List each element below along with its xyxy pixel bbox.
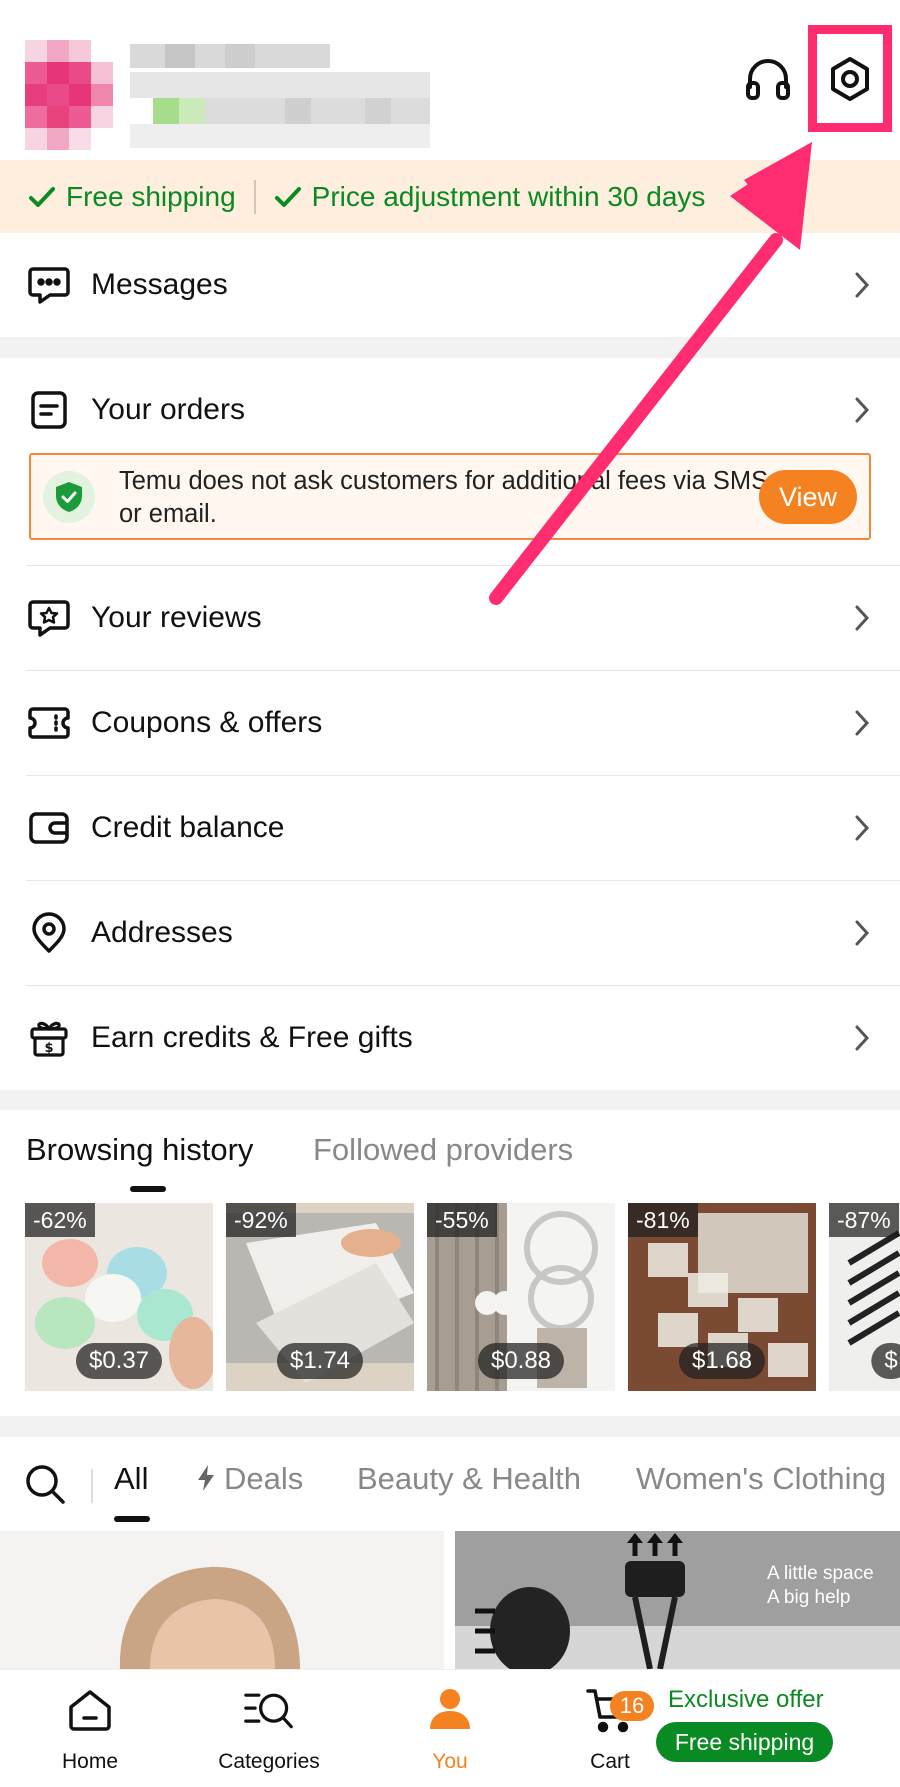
message-bubble-icon	[26, 262, 72, 308]
tab-followed-providers[interactable]: Followed providers	[313, 1132, 573, 1168]
category-filter-bar: All Deals Beauty & Health Women's Clothi…	[0, 1437, 900, 1531]
category-deals[interactable]: Deals	[196, 1461, 303, 1497]
price-tag: $0.88	[477, 1343, 565, 1379]
active-tab-indicator	[130, 1186, 166, 1192]
menu-item-credit-balance[interactable]: Credit balance	[0, 776, 900, 880]
tab-home[interactable]: Home	[20, 1670, 160, 1787]
svg-text:$: $	[44, 1041, 53, 1056]
menu-item-addresses[interactable]: Addresses	[0, 881, 900, 985]
your-reviews-label: Your reviews	[91, 601, 262, 634]
categories-search-icon	[244, 1686, 294, 1734]
history-item[interactable]: -87% $	[829, 1203, 900, 1391]
coupon-ticket-icon	[26, 700, 72, 746]
tab-categories[interactable]: Categories	[199, 1670, 339, 1787]
lightning-icon	[198, 1465, 214, 1491]
menu-item-your-reviews[interactable]: Your reviews	[0, 566, 900, 670]
checkmark-icon	[274, 186, 301, 207]
price-tag: $	[871, 1343, 900, 1379]
deals-label: Deals	[224, 1461, 304, 1496]
history-item[interactable]: -55% $0.88	[427, 1203, 615, 1391]
feed-card[interactable]	[0, 1531, 444, 1669]
user-icon	[425, 1686, 475, 1734]
product-image	[0, 1531, 444, 1669]
category-divider	[91, 1469, 93, 1503]
chevron-right-icon	[855, 710, 870, 736]
browsing-history-list: -62% $0.37 -92% $1.74 -55% $0.88 -81% $1…	[0, 1203, 900, 1391]
section-gap	[0, 1416, 900, 1437]
free-shipping-label: Free shipping	[66, 180, 236, 212]
coupons-offers-label: Coupons & offers	[91, 706, 323, 739]
headset-icon[interactable]	[739, 48, 797, 110]
free-shipping-pill[interactable]: Free shipping	[656, 1722, 833, 1762]
history-item[interactable]: -81% $1.68	[628, 1203, 816, 1391]
checkmark-icon	[29, 186, 55, 207]
category-womens-clothing[interactable]: Women's Clothing	[636, 1461, 886, 1497]
chevron-right-icon	[855, 605, 870, 631]
discount-badge: -55%	[427, 1203, 497, 1237]
price-tag: $1.74	[276, 1343, 364, 1379]
discount-badge: -62%	[25, 1203, 95, 1237]
tab-you[interactable]: You	[380, 1670, 520, 1787]
chevron-right-icon	[855, 815, 870, 841]
location-pin-icon	[26, 910, 72, 956]
home-label: Home	[61, 1750, 119, 1773]
credit-balance-label: Credit balance	[91, 811, 285, 844]
fraud-warning-text: Temu does not ask customers for addition…	[119, 467, 769, 528]
wallet-icon	[26, 805, 72, 851]
view-notice-button[interactable]: View	[759, 470, 857, 524]
price-tag: $1.68	[678, 1343, 766, 1379]
promo-text-line1: A little space	[767, 1563, 874, 1584]
fraud-warning-notice: Temu does not ask customers for addition…	[29, 453, 871, 540]
history-item[interactable]: -92% $1.74	[226, 1203, 414, 1391]
menu-item-messages[interactable]: Messages	[0, 233, 900, 337]
you-label: You	[432, 1750, 468, 1773]
chevron-right-icon	[855, 1025, 870, 1051]
section-gap	[0, 337, 900, 358]
menu-item-earn-credits[interactable]: $ Earn credits & Free gifts	[0, 986, 900, 1090]
gift-box-icon: $	[26, 1015, 72, 1061]
settings-highlight-box	[808, 25, 892, 132]
menu-item-your-orders[interactable]: Your orders	[0, 358, 900, 462]
discount-badge: -81%	[628, 1203, 698, 1237]
category-beauty-health[interactable]: Beauty & Health	[357, 1461, 581, 1497]
menu-item-coupons-offers[interactable]: Coupons & offers	[0, 671, 900, 775]
chevron-right-icon	[855, 272, 870, 298]
product-feed: A little space A big help	[0, 1531, 900, 1669]
discount-badge: -87%	[829, 1203, 899, 1237]
cart-count-badge: 16	[610, 1691, 654, 1721]
earn-credits-label: Earn credits & Free gifts	[91, 1021, 413, 1054]
chevron-right-icon	[855, 397, 870, 423]
order-list-icon	[26, 387, 72, 433]
price-tag: $0.37	[75, 1343, 163, 1379]
messages-label: Messages	[91, 268, 228, 301]
shield-check-icon	[43, 471, 95, 523]
shipping-benefits-banner: Free shipping Price adjustment within 30…	[0, 160, 900, 233]
search-icon[interactable]	[24, 1463, 66, 1513]
blurred-user-profile	[25, 40, 430, 150]
categories-label: Categories	[218, 1750, 320, 1773]
home-icon	[65, 1686, 115, 1734]
tab-browsing-history[interactable]: Browsing history	[26, 1132, 253, 1168]
history-tabs: Browsing history Followed providers	[0, 1110, 900, 1192]
price-adjustment-label: Price adjustment within 30 days	[311, 180, 706, 212]
account-header	[0, 0, 900, 160]
feed-card[interactable]: A little space A big help	[455, 1531, 900, 1669]
active-category-indicator	[114, 1516, 150, 1522]
review-star-icon	[26, 595, 72, 641]
promo-text-line2: A big help	[767, 1587, 851, 1608]
exclusive-offer-text: Exclusive offer	[668, 1686, 824, 1713]
chevron-right-icon	[855, 920, 870, 946]
discount-badge: -92%	[226, 1203, 296, 1237]
banner-divider	[253, 179, 256, 214]
your-orders-label: Your orders	[91, 393, 245, 426]
addresses-label: Addresses	[91, 916, 233, 949]
history-item[interactable]: -62% $0.37	[25, 1203, 213, 1391]
category-all[interactable]: All	[114, 1461, 148, 1497]
section-gap	[0, 1090, 900, 1110]
